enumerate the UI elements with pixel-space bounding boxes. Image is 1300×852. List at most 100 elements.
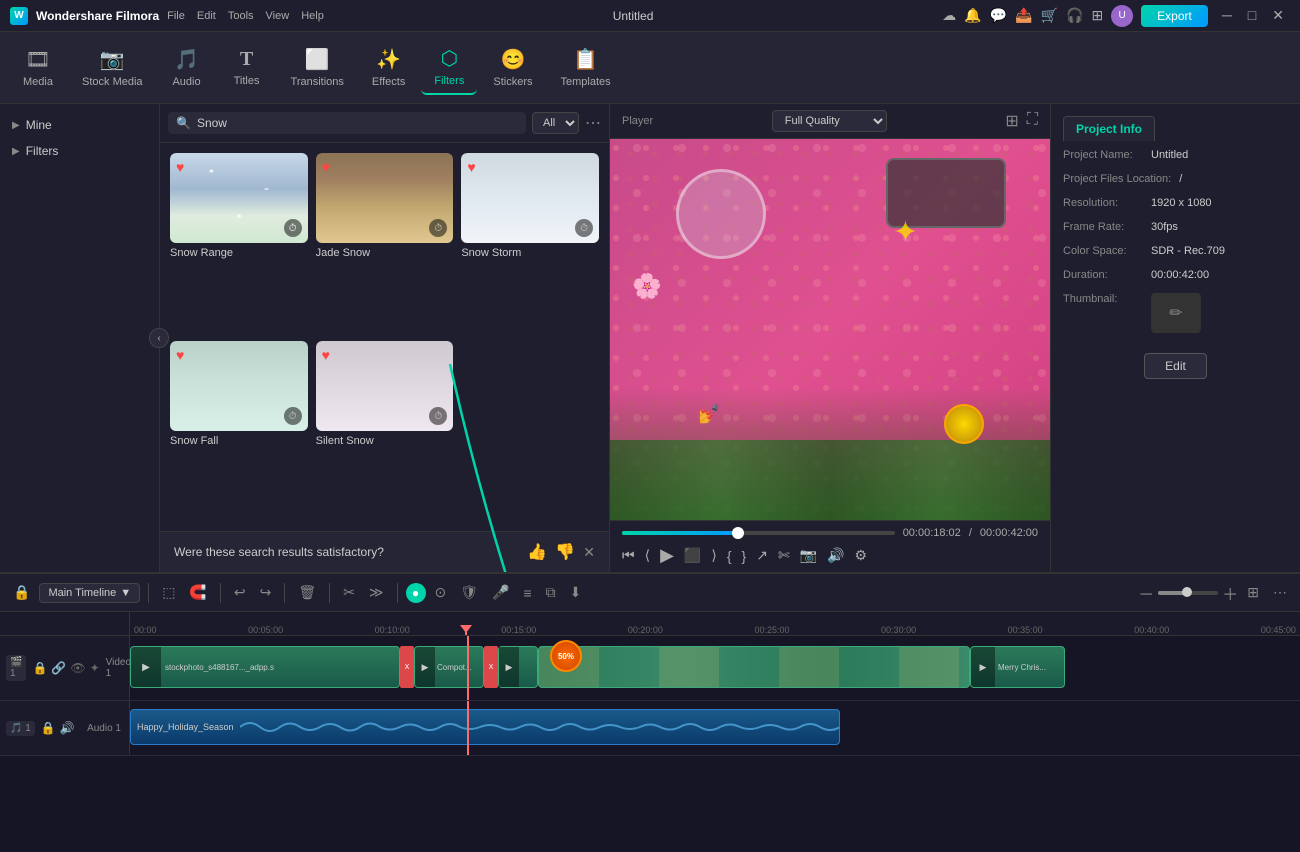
toolbar-titles[interactable]: T Titles	[219, 42, 275, 93]
export-button[interactable]: Export	[1141, 5, 1208, 27]
menu-view[interactable]: View	[266, 10, 290, 22]
filter-card-snow-range[interactable]: ♥ ⏱ Snow Range	[170, 153, 308, 333]
minimize-button[interactable]: ─	[1216, 7, 1238, 24]
tl-shield-button[interactable]: 🛡	[455, 581, 483, 604]
ruler-mark-2: 00:10:00	[375, 625, 410, 635]
feedback-like-button[interactable]: 👍	[527, 542, 547, 562]
audio-clip-1[interactable]: Happy_Holiday_Season	[130, 709, 840, 745]
filter-card-snow-storm[interactable]: ♥ ⏱ Snow Storm	[461, 153, 599, 333]
zoom-out-button[interactable]: －	[1138, 581, 1154, 605]
camera-button[interactable]: 📷	[800, 547, 817, 564]
filter-category-select[interactable]: All	[532, 112, 579, 134]
settings-button[interactable]: ⚙	[855, 547, 868, 564]
tl-save-button[interactable]: ⬇	[565, 581, 587, 604]
tl-mic-button[interactable]: 🎤	[487, 581, 514, 604]
clip-button[interactable]: ✄	[778, 547, 790, 564]
close-button[interactable]: ✕	[1266, 7, 1290, 24]
feedback-dislike-button[interactable]: 👎	[555, 542, 575, 562]
tl-scene-icon[interactable]: ⬚	[157, 581, 180, 604]
zoom-in-button[interactable]: ＋	[1222, 581, 1238, 605]
toolbar-filters[interactable]: ⬡ Filters	[421, 40, 477, 95]
filter-card-snow-fall[interactable]: ♥ ⏱ Snow Fall	[170, 341, 308, 521]
video-clip-4[interactable]	[538, 646, 970, 688]
track-lock-icon[interactable]: 🔒	[32, 661, 47, 675]
tl-redo-button[interactable]: ↪	[255, 581, 277, 604]
tl-grid-button[interactable]: ⊞	[1242, 581, 1264, 604]
store-icon[interactable]: 🛒	[1041, 7, 1058, 24]
audio-lock-icon[interactable]: 🔒	[41, 721, 56, 735]
filter-card-silent-snow[interactable]: ♥ ⏱ Silent Snow	[316, 341, 454, 521]
track-link-icon[interactable]: 🔗	[51, 661, 66, 675]
tl-magnet-icon[interactable]: 🧲	[184, 581, 211, 604]
progress-handle[interactable]	[732, 527, 744, 539]
ruler-mark-8: 00:40:00	[1134, 625, 1169, 635]
sidebar-collapse-button[interactable]: ‹	[149, 328, 169, 348]
play-button[interactable]: ▶	[660, 545, 674, 566]
tl-more-button[interactable]: ≫	[364, 581, 389, 604]
toolbar-media[interactable]: 🎞 Media	[10, 41, 66, 94]
tl-auto-caption-button[interactable]: ⧉	[541, 581, 561, 604]
toolbar-templates[interactable]: 📋 Templates	[548, 41, 622, 94]
menu-file[interactable]: File	[167, 10, 185, 22]
grid-view-icon[interactable]: ⊞	[1005, 111, 1018, 131]
extract-button[interactable]: ↗	[756, 547, 768, 564]
toolbar-effects[interactable]: ✨ Effects	[360, 41, 417, 94]
grid-icon[interactable]: ⊞	[1091, 7, 1103, 24]
fullscreen-icon[interactable]: ⛶	[1027, 111, 1038, 131]
video-track-1-content[interactable]: ▶ stockphoto_s488167..._adpp.s X ▶ Compo…	[130, 636, 1300, 700]
quality-select[interactable]: Full Quality High Quality Medium Quality	[772, 110, 887, 132]
video-clip-5[interactable]: ▶ Merry Chris...	[970, 646, 1065, 688]
menu-tools[interactable]: Tools	[228, 10, 254, 22]
toolbar-audio[interactable]: 🎵 Audio	[159, 41, 215, 94]
sidebar-item-mine[interactable]: ▶ Mine	[0, 112, 159, 138]
maximize-button[interactable]: □	[1242, 7, 1262, 24]
zoom-slider[interactable]	[1158, 591, 1218, 595]
track-eye-icon[interactable]: 👁	[70, 661, 85, 675]
tl-more2-button[interactable]: ⋯	[1268, 581, 1292, 604]
waveform-svg	[240, 717, 839, 737]
notification-icon[interactable]: 🔔	[964, 7, 981, 24]
tl-overlay-button[interactable]: ⊙	[430, 581, 452, 604]
frame-back-button[interactable]: ⟨	[645, 547, 650, 564]
mark-in-button[interactable]: {	[727, 548, 732, 564]
menu-edit[interactable]: Edit	[197, 10, 216, 22]
skip-back-button[interactable]: ⏮	[622, 547, 635, 564]
video-clip-2[interactable]: ▶ Compot...	[414, 646, 484, 688]
audio-volume-icon[interactable]: 🔊	[60, 721, 75, 735]
mark-out-button[interactable]: }	[742, 548, 747, 564]
frame-forward-button[interactable]: ⟩	[711, 547, 716, 564]
cloud-icon[interactable]: ☁	[942, 7, 956, 24]
toolbar-stickers[interactable]: 😊 Stickers	[481, 41, 544, 94]
share-icon[interactable]: 📤	[1015, 7, 1032, 24]
toolbar-stock-media[interactable]: 📷 Stock Media	[70, 41, 155, 94]
video-clip-1[interactable]: ▶ stockphoto_s488167..._adpp.s	[130, 646, 400, 688]
tl-record-button[interactable]: ●	[406, 583, 426, 603]
sidebar-item-filters[interactable]: ▶ Filters	[0, 138, 159, 164]
tl-undo-button[interactable]: ↩	[229, 581, 251, 604]
filters-label: Filters	[434, 75, 464, 87]
timeline-label-select[interactable]: Main Timeline ▼	[39, 583, 140, 603]
avatar-icon[interactable]: U	[1111, 5, 1133, 27]
transition-marker-2[interactable]: X	[484, 646, 498, 688]
thumbnail-box[interactable]: ✏	[1151, 293, 1201, 333]
tl-caption-button[interactable]: ≡	[518, 582, 536, 604]
tl-delete-button[interactable]: 🗑	[293, 581, 321, 604]
chat-icon[interactable]: 💬	[990, 7, 1007, 24]
headset-icon[interactable]: 🎧	[1066, 7, 1083, 24]
stop-button[interactable]: ⬛	[684, 547, 701, 564]
audio-track-1-content[interactable]: Happy_Holiday_Season	[130, 701, 1300, 755]
tl-cut-button[interactable]: ✂	[338, 581, 360, 604]
project-info-tab[interactable]: Project Info	[1063, 116, 1155, 141]
progress-bar[interactable]	[622, 531, 895, 535]
track-magic-icon[interactable]: ✦	[90, 661, 100, 675]
volume-button[interactable]: 🔊	[827, 547, 844, 564]
more-options-button[interactable]: ⋯	[585, 113, 601, 133]
edit-button[interactable]: Edit	[1144, 353, 1207, 379]
search-input[interactable]	[197, 116, 518, 130]
video-clip-3[interactable]: ▶	[498, 646, 538, 688]
transition-marker-1[interactable]: X	[400, 646, 414, 688]
toolbar-transitions[interactable]: ⬜ Transitions	[279, 41, 356, 94]
menu-help[interactable]: Help	[301, 10, 324, 22]
feedback-close-button[interactable]: ✕	[583, 544, 595, 561]
filter-card-jade-snow[interactable]: ♥ ⏱ Jade Snow	[316, 153, 454, 333]
